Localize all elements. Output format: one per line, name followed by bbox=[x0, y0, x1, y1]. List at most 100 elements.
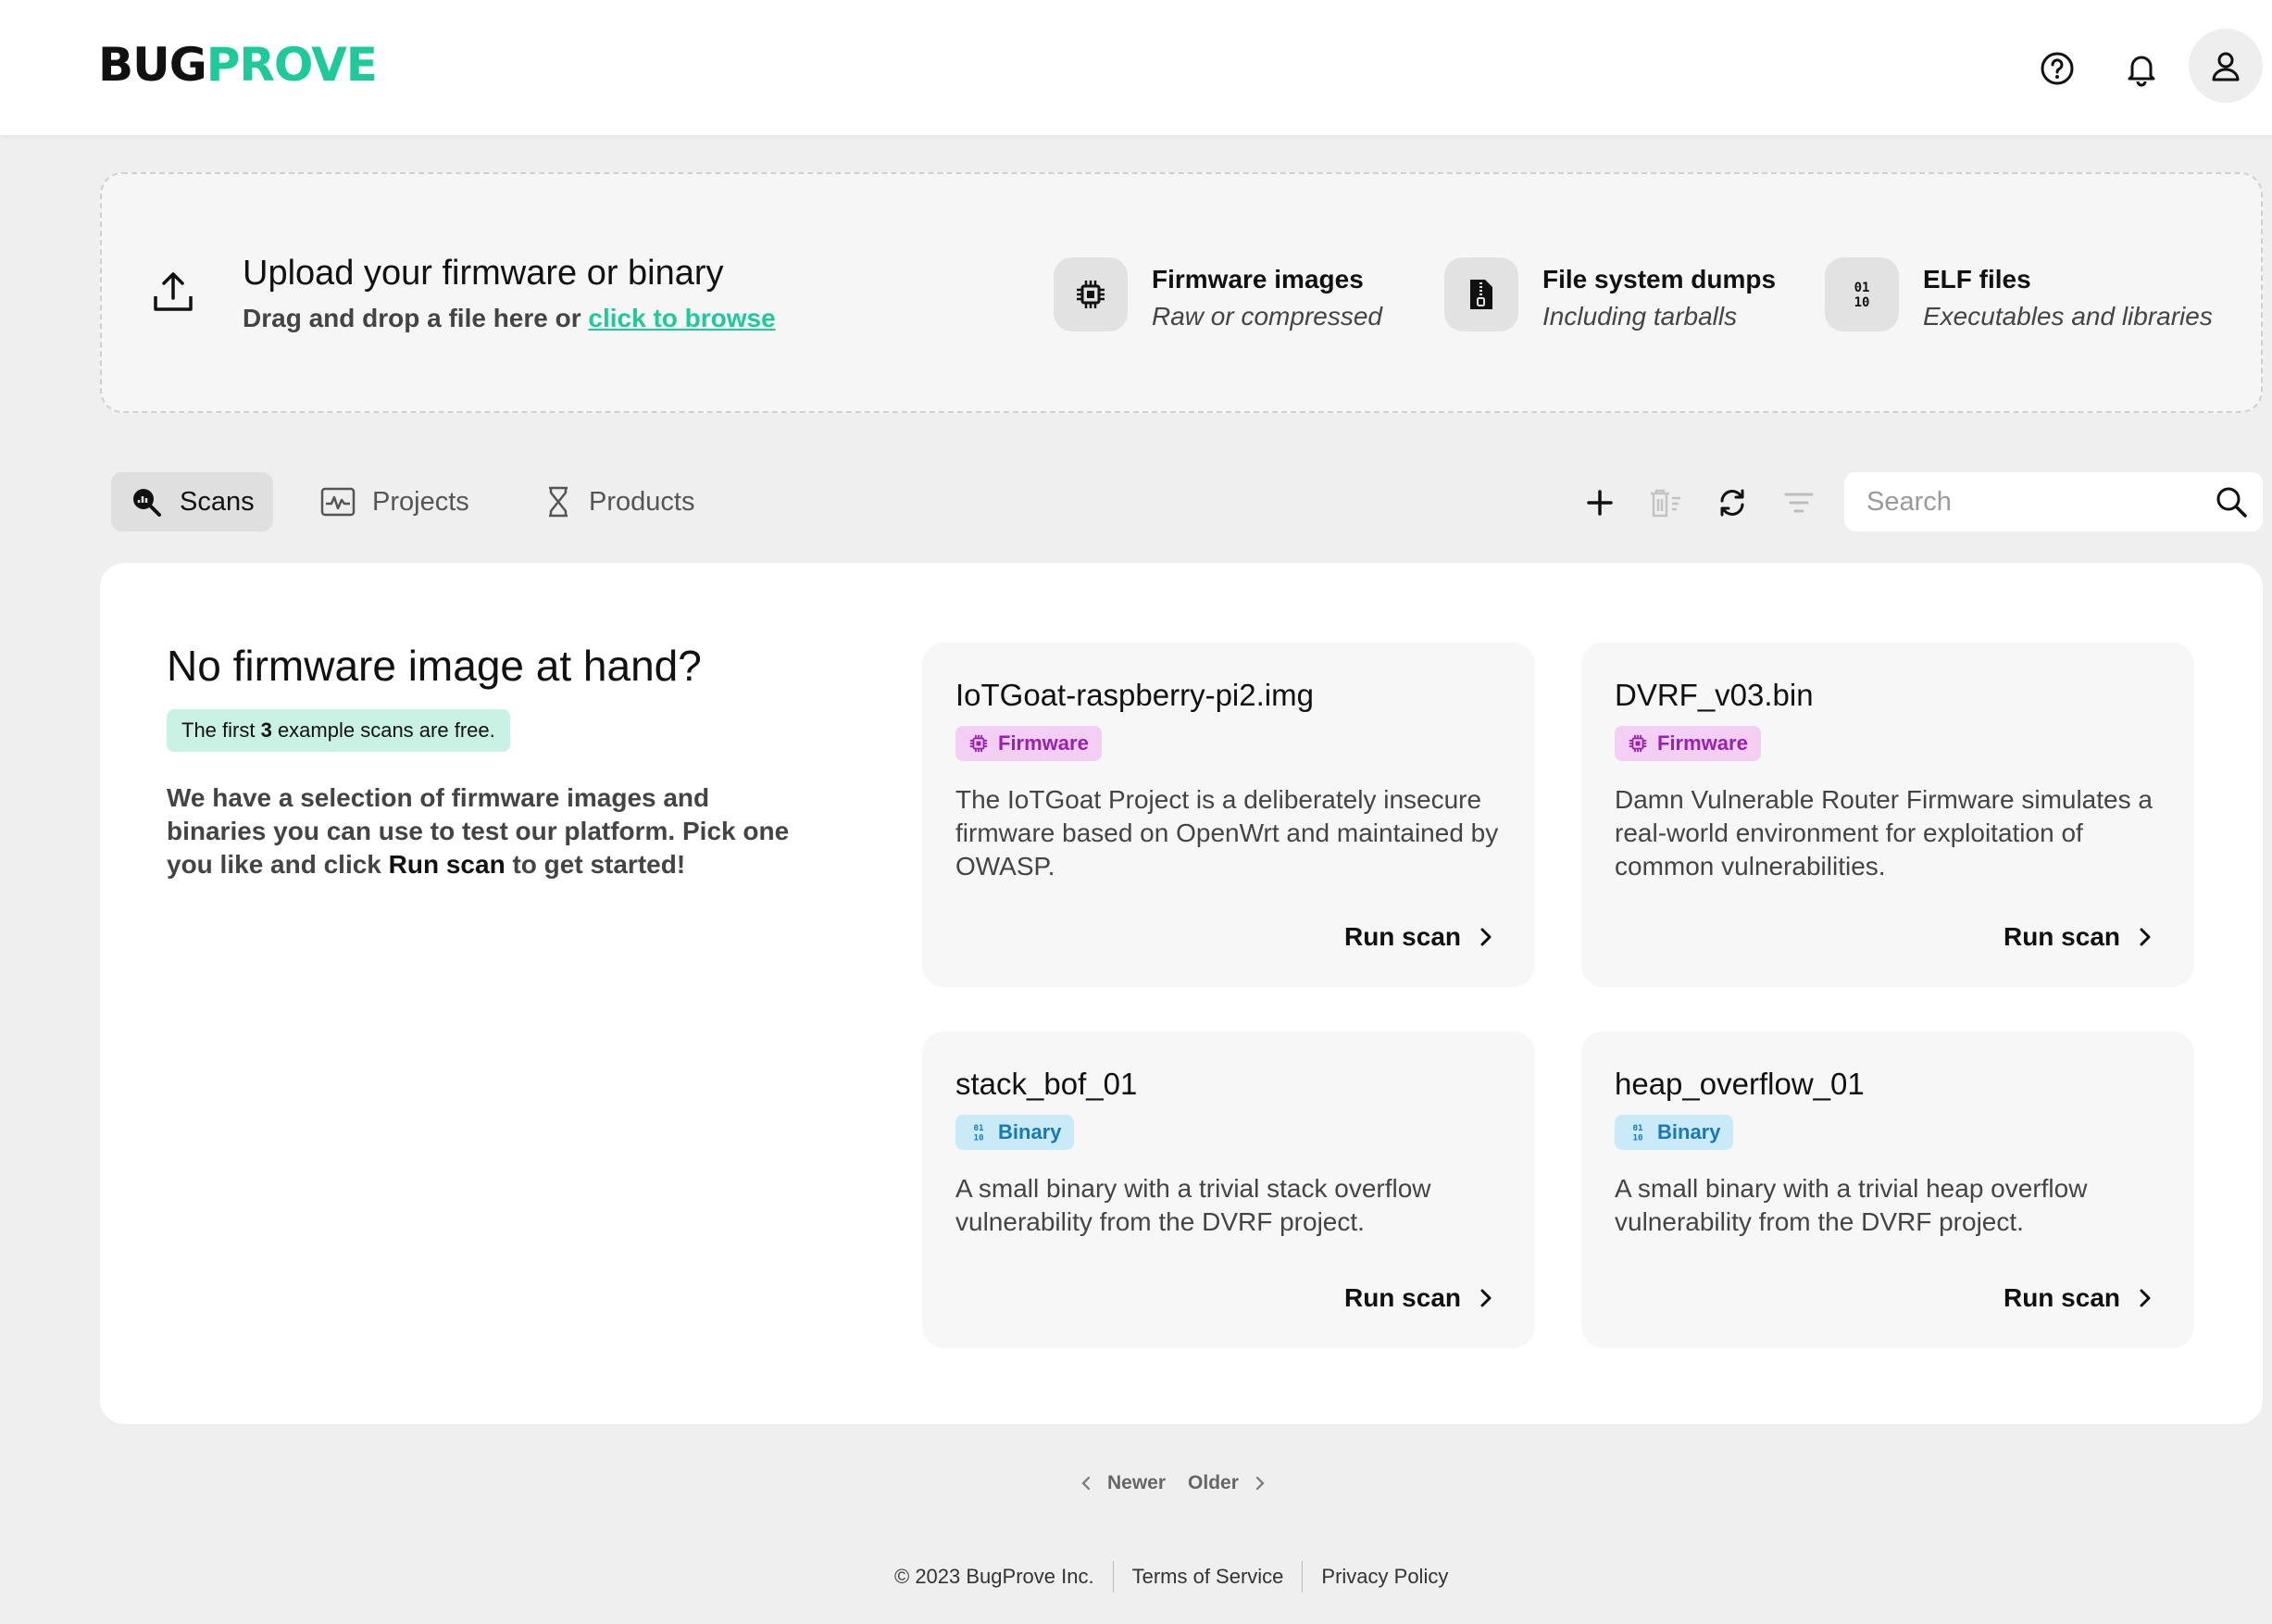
copyright: © 2023 BugProve Inc. bbox=[894, 1565, 1094, 1588]
svg-text:01: 01 bbox=[1632, 1123, 1643, 1133]
example-description: Damn Vulnerable Router Firmware simulate… bbox=[1615, 785, 2153, 881]
intro-text-part2: to get started! bbox=[505, 850, 686, 879]
hourglass-icon bbox=[544, 485, 572, 518]
binary-badge: 01 10 Binary bbox=[955, 1115, 1075, 1150]
browse-link[interactable]: click to browse bbox=[588, 304, 775, 332]
run-scan-label: Run scan bbox=[1343, 922, 1461, 951]
run-scan-button[interactable]: Run scan bbox=[1344, 1283, 1492, 1313]
badge-count: 3 bbox=[260, 718, 272, 742]
chip-icon bbox=[1628, 733, 1648, 754]
badge-label: Binary bbox=[1657, 1120, 1721, 1143]
pagination-older[interactable]: Older bbox=[1188, 1472, 1265, 1494]
badge-suffix: example scans are free. bbox=[271, 718, 495, 742]
footer: © 2023 BugProve Inc. Terms of Service Pr… bbox=[894, 1561, 1448, 1593]
badge-prefix: The first bbox=[181, 718, 261, 742]
firmware-badge: Firmware bbox=[955, 726, 1102, 761]
privacy-link[interactable]: Privacy Policy bbox=[1321, 1565, 1448, 1589]
file-type-filesystem: File system dumps Including tarballs bbox=[1444, 257, 1776, 331]
refresh-icon[interactable] bbox=[1711, 481, 1754, 524]
example-name: IoTGoat-raspberry-pi2.img bbox=[955, 678, 1314, 712]
badge-label: Firmware bbox=[1657, 731, 1748, 755]
chevron-right-icon bbox=[2139, 927, 2152, 947]
example-card: heap_overflow_01 01 10 Binary A small bin… bbox=[1581, 1031, 2194, 1348]
run-scan-button[interactable]: Run scan bbox=[1344, 922, 1492, 952]
search-box bbox=[1844, 472, 2263, 531]
run-scan-label: Run scan bbox=[2003, 922, 2120, 951]
example-description: The IoTGoat Project is a deliberately in… bbox=[955, 785, 1499, 881]
upload-subtitle-text: Drag and drop a file here or bbox=[243, 304, 589, 332]
binary-icon: 01 10 bbox=[968, 1122, 989, 1143]
binary-icon: 01 10 bbox=[1628, 1122, 1648, 1143]
upload-title: Upload your firmware or binary bbox=[243, 254, 724, 293]
badge-label: Binary bbox=[998, 1120, 1062, 1143]
chevron-right-icon bbox=[1479, 1288, 1492, 1308]
svg-text:01: 01 bbox=[1854, 281, 1870, 295]
svg-text:10: 10 bbox=[1632, 1133, 1642, 1143]
file-type-title: File system dumps bbox=[1542, 265, 1777, 294]
bugprove-logo[interactable]: BUGPROVE bbox=[98, 38, 378, 92]
run-scan-label: Run scan bbox=[1343, 1283, 1461, 1312]
example-name: stack_bof_01 bbox=[955, 1067, 1138, 1101]
scan-search-icon bbox=[130, 485, 163, 518]
upload-subtitle: Drag and drop a file here or click to br… bbox=[243, 304, 776, 333]
file-type-subtitle: Executables and libraries bbox=[1923, 302, 2213, 331]
help-icon[interactable] bbox=[2026, 37, 2089, 100]
file-type-firmware: Firmware images Raw or compressed bbox=[1054, 257, 1382, 331]
tab-label: Products bbox=[589, 486, 695, 517]
zip-file-icon bbox=[1444, 257, 1518, 331]
bell-icon[interactable] bbox=[2110, 37, 2173, 100]
file-type-subtitle: Raw or compressed bbox=[1152, 302, 1382, 331]
pagination-newer[interactable]: Newer bbox=[1081, 1472, 1166, 1494]
example-card: DVRF_v03.bin Firmware Damn Vulnerable Ro… bbox=[1581, 643, 2194, 987]
tab-projects[interactable]: Projects bbox=[302, 472, 488, 531]
pagination: Newer Older bbox=[1081, 1472, 1265, 1494]
search-icon[interactable] bbox=[2215, 485, 2248, 523]
newer-label: Newer bbox=[1107, 1472, 1167, 1493]
footer-divider bbox=[1302, 1561, 1304, 1593]
chevron-right-icon bbox=[2139, 1288, 2152, 1308]
top-header: BUGPROVE bbox=[0, 0, 2272, 135]
run-scan-button[interactable]: Run scan bbox=[2004, 922, 2152, 952]
chevron-right-icon bbox=[1479, 927, 1492, 947]
run-scan-label: Run scan bbox=[2003, 1283, 2120, 1312]
svg-text:10: 10 bbox=[1854, 295, 1870, 310]
logo-part-bug: BUG bbox=[98, 38, 207, 92]
example-name: DVRF_v03.bin bbox=[1615, 678, 1814, 712]
firmware-badge: Firmware bbox=[1615, 726, 1761, 761]
chip-icon bbox=[968, 733, 989, 754]
svg-text:01: 01 bbox=[973, 1123, 984, 1133]
search-input[interactable] bbox=[1866, 486, 2200, 518]
badge-label: Firmware bbox=[998, 731, 1089, 755]
user-icon[interactable] bbox=[2189, 29, 2263, 103]
example-name: heap_overflow_01 bbox=[1615, 1067, 1865, 1101]
tab-products[interactable]: Products bbox=[526, 472, 713, 531]
intro-text: We have a selection of firmware images a… bbox=[167, 781, 815, 881]
examples-panel: No firmware image at hand? The first 3 e… bbox=[100, 563, 2263, 1424]
file-type-subtitle: Including tarballs bbox=[1542, 302, 1738, 331]
binary-icon: 01 10 bbox=[1825, 257, 1899, 331]
run-scan-button[interactable]: Run scan bbox=[2004, 1283, 2152, 1313]
upload-icon bbox=[152, 270, 194, 319]
binary-badge: 01 10 Binary bbox=[1615, 1115, 1734, 1150]
example-description: A small binary with a trivial heap overf… bbox=[1615, 1174, 2088, 1236]
file-type-title: Firmware images bbox=[1152, 265, 1364, 294]
terms-link[interactable]: Terms of Service bbox=[1132, 1565, 1284, 1589]
chip-icon bbox=[1054, 257, 1128, 331]
file-type-title: ELF files bbox=[1923, 265, 2031, 294]
chevron-left-icon bbox=[1081, 1476, 1091, 1491]
footer-divider bbox=[1112, 1561, 1114, 1593]
upload-dropzone[interactable]: Upload your firmware or binary Drag and … bbox=[100, 172, 2263, 413]
example-description: A small binary with a trivial stack over… bbox=[955, 1174, 1431, 1236]
intro-title: No firmware image at hand? bbox=[167, 642, 702, 690]
file-type-elf: 01 10 ELF files Executables and libraries bbox=[1825, 257, 2213, 331]
chevron-right-icon bbox=[1255, 1476, 1265, 1491]
tab-scans[interactable]: Scans bbox=[111, 472, 273, 531]
svg-text:10: 10 bbox=[973, 1133, 983, 1143]
intro-text-bold: Run scan bbox=[388, 850, 506, 879]
filter-icon[interactable] bbox=[1778, 481, 1820, 524]
delete-icon[interactable] bbox=[1644, 481, 1687, 524]
activity-icon bbox=[320, 486, 356, 518]
tab-label: Scans bbox=[180, 486, 255, 517]
plus-icon[interactable] bbox=[1579, 481, 1621, 524]
free-scans-badge: The first 3 example scans are free. bbox=[167, 709, 510, 752]
